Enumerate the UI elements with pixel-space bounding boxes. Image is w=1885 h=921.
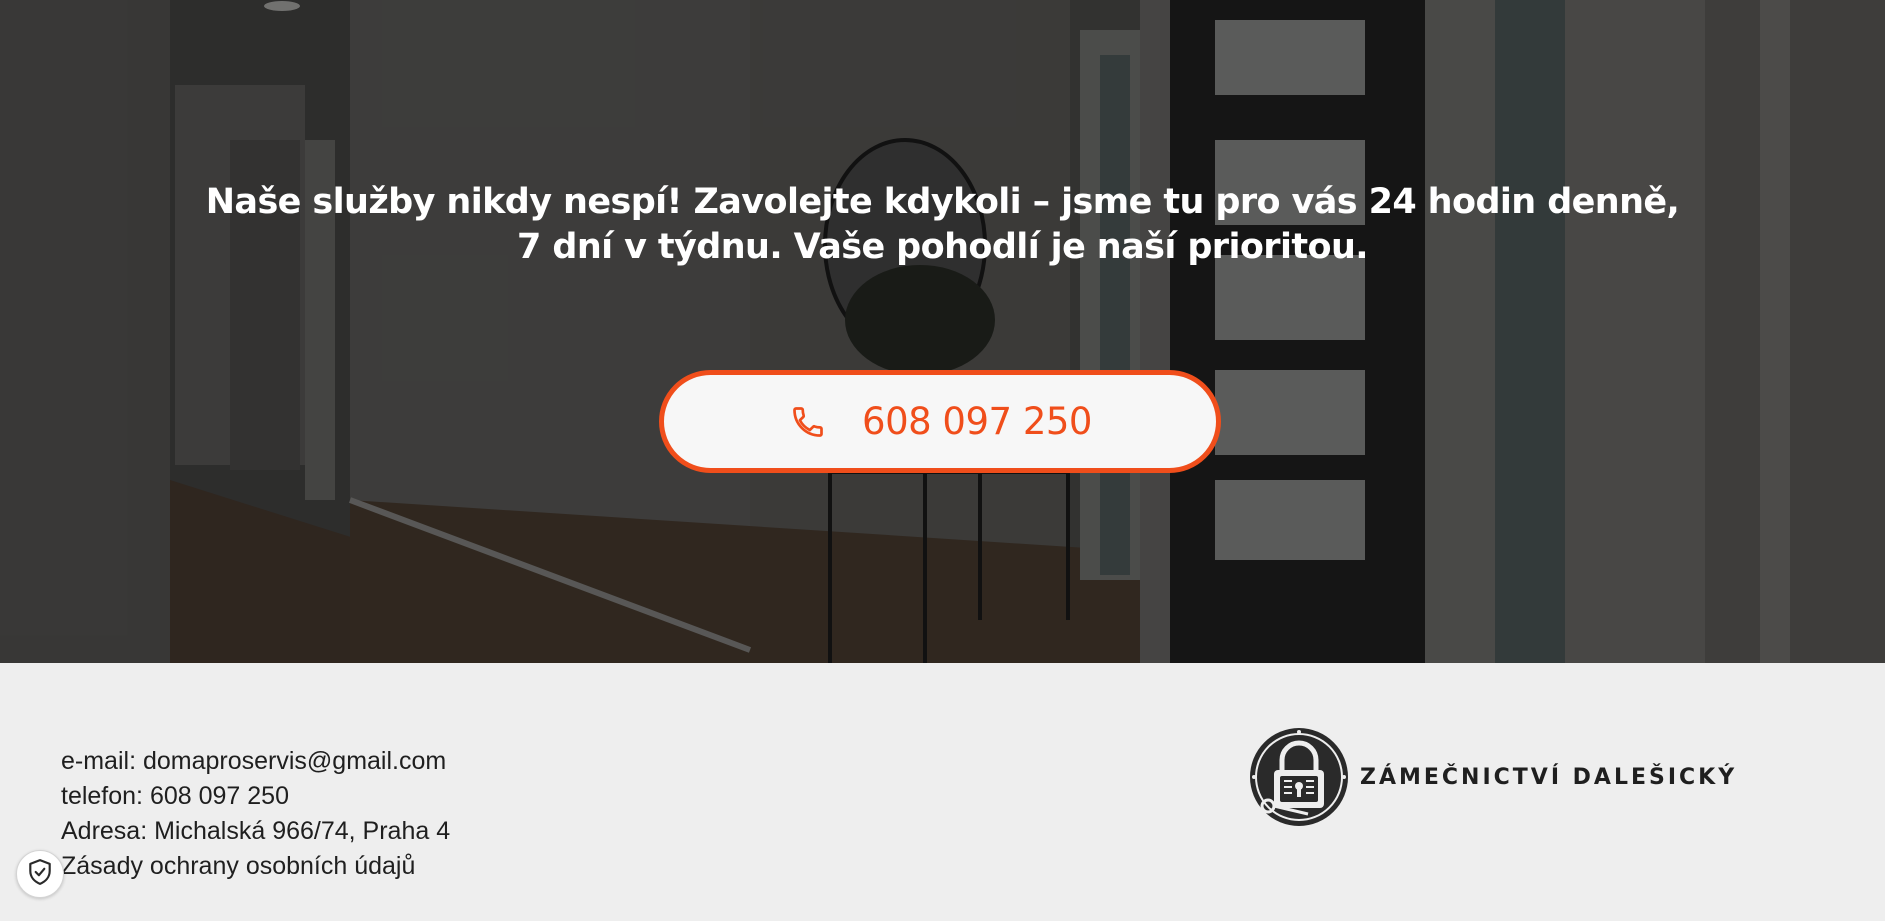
hero-dark-overlay (0, 0, 1885, 663)
footer-email[interactable]: e-mail: domaproservis@gmail.com (61, 747, 446, 776)
hero-message: Naše služby nikdy nespí! Zavolejte kdyko… (205, 182, 1680, 267)
footer-address: Adresa: Michalská 966/74, Praha 4 (61, 817, 451, 845)
cookie-consent-button[interactable] (16, 850, 64, 898)
footer-phone[interactable]: telefon: 608 097 250 (61, 782, 289, 811)
call-phone-number: 608 097 250 (862, 400, 1092, 443)
brand[interactable]: ZÁMEČNICTVÍ DALEŠICKÝ (1248, 726, 1737, 828)
padlock-key-logo (1250, 728, 1348, 826)
privacy-policy-link[interactable]: Zásady ochrany osobních údajů (61, 852, 415, 881)
brand-name: ZÁMEČNICTVÍ DALEŠICKÝ (1360, 764, 1738, 790)
call-phone-button[interactable]: 608 097 250 (659, 370, 1221, 473)
phone-icon (788, 402, 828, 442)
hero-section: Naše služby nikdy nespí! Zavolejte kdyko… (0, 0, 1885, 663)
shield-check-icon (27, 858, 53, 890)
